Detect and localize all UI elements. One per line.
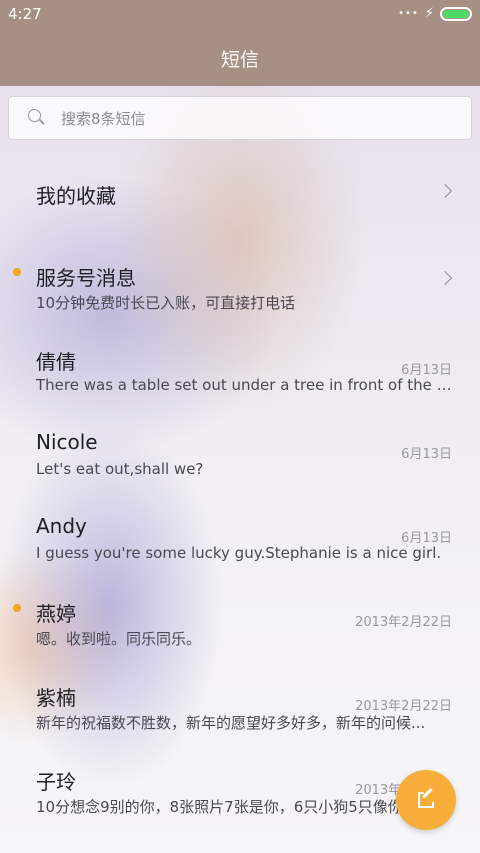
conversation-title: 我的收藏 [36,184,116,208]
signal-icon: ••• [398,8,419,19]
status-bar: 4:27 ••• ⚡ [0,0,480,28]
unread-dot [13,604,21,612]
conversation-row[interactable]: 紫楠 2013年2月22日 新年的祝福数不胜数，新年的愿望好多好多，新年的问候.… [0,652,480,736]
chevron-right-icon [437,183,453,199]
conversation-row-favorites[interactable]: 我的收藏 [0,148,480,232]
search-placeholder: 搜索8条短信 [61,109,146,128]
top-bar: 4:27 ••• ⚡ 短信 [0,0,480,86]
conversation-row-service[interactable]: 服务号消息 10分钟免费时长已入账，可直接打电话 [0,232,480,316]
status-icons: ••• ⚡ [398,6,472,21]
conversation-preview: 10分想念9别的你，8张照片7张是你，6只小狗5只像你 [36,798,403,816]
conversation-preview: There was a table set out under a tree i… [36,376,454,394]
search-bar[interactable]: 搜索8条短信 [8,96,472,140]
status-time: 4:27 [8,5,42,23]
battery-icon [440,6,472,21]
compose-icon [416,787,436,810]
conversation-title: 燕婷 [36,602,76,626]
conversation-title: 子玲 [36,770,76,794]
page-title: 短信 [220,49,259,71]
conversation-title: Nicole [36,430,98,454]
conversation-title: 紫楠 [36,686,76,710]
search-icon [27,108,47,128]
conversation-row[interactable]: 燕婷 2013年2月22日 嗯。收到啦。同乐同乐。 [0,568,480,652]
conversation-preview: 新年的祝福数不胜数，新年的愿望好多好多，新年的问候... [36,714,426,732]
chevron-right-icon [437,270,453,286]
conversation-preview: I guess you're some lucky guy.Stephanie … [36,544,442,562]
charging-icon: ⚡ [424,6,434,21]
conversation-title: 倩倩 [36,350,76,374]
unread-dot [13,268,21,276]
compose-button[interactable] [396,770,456,830]
conversation-title: Andy [36,514,87,538]
battery-fill [443,9,469,18]
conversation-row[interactable]: Nicole 6月13日 Let's eat out,shall we? [0,400,480,484]
conversation-title: 服务号消息 [36,266,136,290]
conversation-preview: 10分钟免费时长已入账，可直接打电话 [36,294,296,312]
conversation-preview: 嗯。收到啦。同乐同乐。 [36,630,202,648]
conversation-row[interactable]: 倩倩 6月13日 There was a table set out under… [0,316,480,400]
conversation-preview: Let's eat out,shall we? [36,460,204,478]
conversation-row[interactable]: Andy 6月13日 I guess you're some lucky guy… [0,484,480,568]
conversation-list: 我的收藏 服务号消息 10分钟免费时长已入账，可直接打电话 倩倩 6月13日 T… [0,148,480,820]
